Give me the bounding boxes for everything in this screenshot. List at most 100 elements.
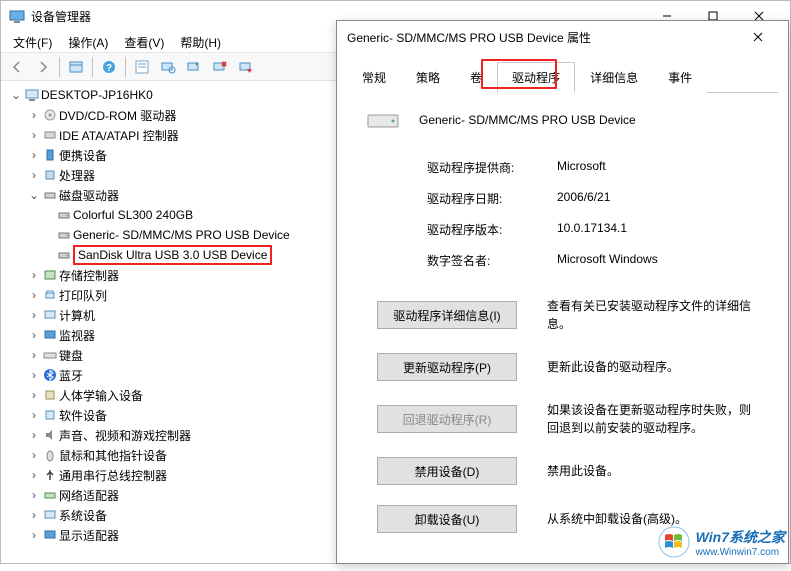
software-icon <box>41 408 59 422</box>
toolbar-scan[interactable] <box>156 55 180 79</box>
toolbar-help[interactable]: ? <box>97 55 121 79</box>
tree-root-label: DESKTOP-JP16HK0 <box>41 88 153 102</box>
hid-icon <box>41 388 59 402</box>
tab-general[interactable]: 常规 <box>347 62 401 93</box>
tab-highlight-annotation <box>481 59 557 89</box>
expand-icon[interactable]: › <box>27 168 41 182</box>
display-icon <box>41 528 59 542</box>
dialog-title: Generic- SD/MMC/MS PRO USB Device 属性 <box>347 29 738 46</box>
keyboard-icon <box>41 348 59 362</box>
toolbar-uninstall[interactable] <box>208 55 232 79</box>
dialog-titlebar: Generic- SD/MMC/MS PRO USB Device 属性 <box>337 21 788 53</box>
expand-icon[interactable]: › <box>27 488 41 502</box>
watermark-title: Win7系统之家 <box>696 527 785 547</box>
properties-dialog: Generic- SD/MMC/MS PRO USB Device 属性 常规 … <box>336 20 789 564</box>
drive-icon <box>55 208 73 222</box>
disable-device-button[interactable]: 禁用设备(D) <box>377 457 517 485</box>
driver-actions: 驱动程序详细信息(I) 查看有关已安装驱动程序文件的详细信息。 更新驱动程序(P… <box>367 297 758 533</box>
info-version-value: 10.0.17134.1 <box>557 221 627 238</box>
menu-file[interactable]: 文件(F) <box>5 31 60 52</box>
expand-icon[interactable]: › <box>27 348 41 362</box>
update-driver-desc: 更新此设备的驱动程序。 <box>547 358 758 376</box>
expand-icon[interactable]: › <box>27 268 41 282</box>
tab-details[interactable]: 详细信息 <box>575 62 653 93</box>
update-driver-button[interactable]: 更新驱动程序(P) <box>377 353 517 381</box>
info-date-label: 驱动程序日期: <box>427 190 557 207</box>
system-icon <box>41 508 59 522</box>
device-name: Generic- SD/MMC/MS PRO USB Device <box>419 113 636 127</box>
windows-logo-icon <box>658 526 690 558</box>
disk-icon <box>41 188 59 202</box>
watermark-text: Win7系统之家 www.Winwin7.com <box>696 527 785 558</box>
driver-details-desc: 查看有关已安装驱动程序文件的详细信息。 <box>547 297 758 333</box>
expand-icon[interactable]: › <box>27 528 41 542</box>
controller-icon <box>41 128 59 142</box>
toolbar-separator <box>59 57 60 77</box>
expand-icon[interactable]: ⌄ <box>9 88 23 102</box>
device-header: Generic- SD/MMC/MS PRO USB Device <box>367 109 758 131</box>
uninstall-device-button[interactable]: 卸载设备(U) <box>377 505 517 533</box>
rollback-driver-button[interactable]: 回退驱动程序(R) <box>377 405 517 433</box>
expand-icon[interactable]: › <box>27 288 41 302</box>
expand-icon[interactable]: › <box>27 508 41 522</box>
expand-icon[interactable]: › <box>27 308 41 322</box>
menu-help[interactable]: 帮助(H) <box>172 31 229 52</box>
watermark-url: www.Winwin7.com <box>696 547 785 558</box>
toolbar-disable[interactable] <box>234 55 258 79</box>
tab-driver-content: Generic- SD/MMC/MS PRO USB Device 驱动程序提供… <box>347 93 778 563</box>
toolbar-show-hide[interactable] <box>64 55 88 79</box>
storage-icon <box>41 268 59 282</box>
expand-icon[interactable]: › <box>27 448 41 462</box>
menu-action[interactable]: 操作(A) <box>60 31 116 52</box>
audio-icon <box>41 428 59 442</box>
computer-icon <box>41 308 59 322</box>
toolbar-separator <box>92 57 93 77</box>
expand-icon[interactable]: › <box>27 408 41 422</box>
driver-info: 驱动程序提供商:Microsoft 驱动程序日期:2006/6/21 驱动程序版… <box>427 159 758 269</box>
toolbar-update[interactable] <box>182 55 206 79</box>
bluetooth-icon <box>41 368 59 382</box>
printer-icon <box>41 288 59 302</box>
info-provider-value: Microsoft <box>557 159 606 176</box>
toolbar-separator <box>125 57 126 77</box>
tab-strip: 常规 策略 卷 驱动程序 详细信息 事件 <box>347 61 778 93</box>
expand-icon[interactable]: › <box>27 328 41 342</box>
svg-text:?: ? <box>106 63 112 74</box>
expand-icon[interactable]: › <box>27 108 41 122</box>
rollback-driver-desc: 如果该设备在更新驱动程序时失败，则回退到以前安装的驱动程序。 <box>547 401 758 437</box>
app-icon <box>9 8 25 24</box>
expand-icon[interactable]: › <box>27 428 41 442</box>
expand-icon[interactable]: › <box>27 128 41 142</box>
expand-icon[interactable]: › <box>27 368 41 382</box>
toolbar-properties[interactable] <box>130 55 154 79</box>
toolbar-forward[interactable] <box>31 55 55 79</box>
info-provider-label: 驱动程序提供商: <box>427 159 557 176</box>
dialog-close-button[interactable] <box>738 23 778 51</box>
info-signer-label: 数字签名者: <box>427 252 557 269</box>
usb-icon <box>41 468 59 482</box>
dvd-icon <box>41 108 59 122</box>
monitor-icon <box>41 328 59 342</box>
network-icon <box>41 488 59 502</box>
toolbar-back[interactable] <box>5 55 29 79</box>
expand-icon[interactable]: › <box>27 148 41 162</box>
cpu-icon <box>41 168 59 182</box>
mouse-icon <box>41 448 59 462</box>
expand-icon[interactable]: › <box>27 468 41 482</box>
collapse-icon[interactable]: ⌄ <box>27 188 41 202</box>
drive-icon <box>367 109 399 131</box>
drive-icon <box>55 228 73 242</box>
info-signer-value: Microsoft Windows <box>557 252 658 269</box>
driver-details-button[interactable]: 驱动程序详细信息(I) <box>377 301 517 329</box>
drive-icon <box>55 248 73 262</box>
info-version-label: 驱动程序版本: <box>427 221 557 238</box>
menu-view[interactable]: 查看(V) <box>116 31 172 52</box>
dialog-body: 常规 策略 卷 驱动程序 详细信息 事件 Generic- SD/MMC/MS … <box>337 53 788 571</box>
disable-device-desc: 禁用此设备。 <box>547 462 758 480</box>
portable-icon <box>41 148 59 162</box>
expand-icon[interactable]: › <box>27 388 41 402</box>
info-date-value: 2006/6/21 <box>557 190 610 207</box>
computer-icon <box>23 87 41 103</box>
tab-policy[interactable]: 策略 <box>401 62 455 93</box>
tab-events[interactable]: 事件 <box>653 62 707 93</box>
